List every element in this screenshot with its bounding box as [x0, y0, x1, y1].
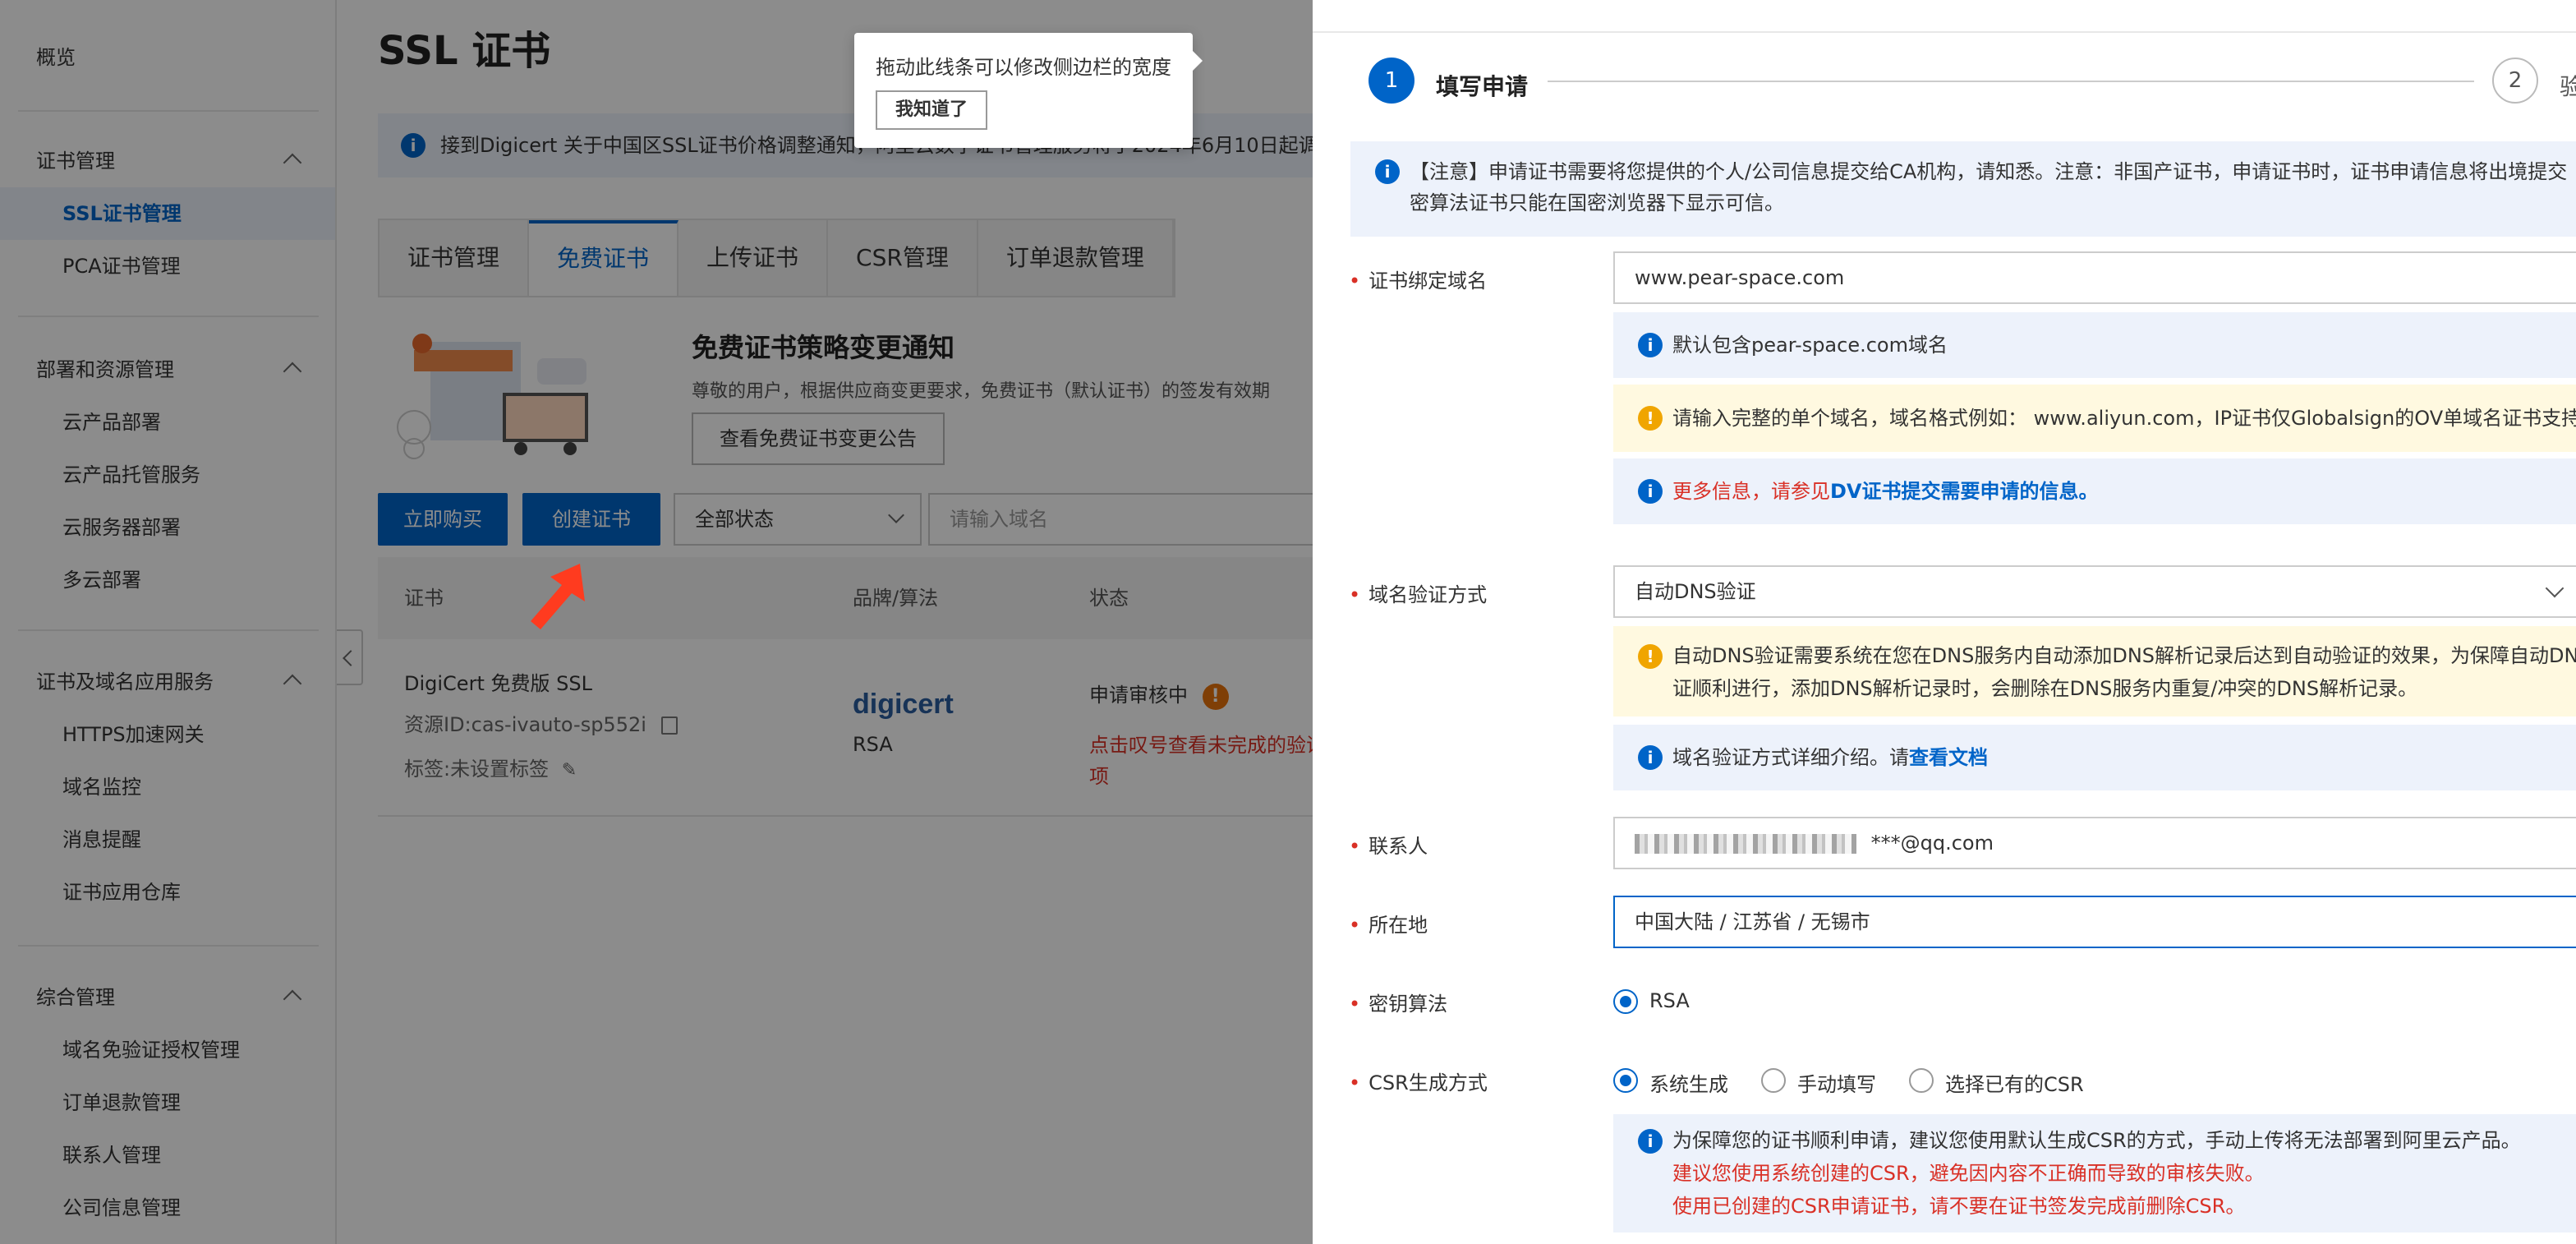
info-icon: i: [1638, 745, 1663, 770]
radio-rsa-label: RSA: [1649, 989, 1690, 1012]
verify-note-auto-dns: ! 自动DNS验证需要系统在您在DNS服务内自动添加DNS解析记录后达到自动验证…: [1613, 626, 2576, 716]
warning-icon: !: [1638, 644, 1663, 669]
verify-note-doc: i 域名验证方式详细介绍。请查看文档: [1613, 725, 2576, 790]
info-icon: i: [1638, 1129, 1663, 1154]
info-icon: i: [1638, 479, 1663, 504]
info-icon: i: [1375, 159, 1400, 184]
dv-info-link[interactable]: DV证书提交需要申请的信息。: [1830, 480, 2099, 503]
domain-input[interactable]: www.pear-space.com: [1613, 251, 2576, 304]
radio-csr-manual[interactable]: [1761, 1068, 1786, 1093]
radio-csr-manual-label: 手动填写: [1797, 1073, 1876, 1096]
csr-method-label: • CSR生成方式: [1349, 1071, 1488, 1094]
key-algorithm-label: • 密钥算法: [1349, 993, 1448, 1016]
blurred-contact-name: [1635, 834, 1856, 854]
verify-method-label: • 域名验证方式: [1349, 583, 1488, 606]
info-icon: i: [1638, 333, 1663, 357]
tooltip-dismiss-button[interactable]: 我知道了: [876, 90, 988, 130]
tooltip-text: 拖动此线条可以修改侧边栏的宽度: [876, 56, 1171, 79]
step-2-indicator: 2: [2492, 58, 2538, 104]
radio-rsa[interactable]: [1613, 989, 1638, 1014]
sidebar-width-tooltip: 拖动此线条可以修改侧边栏的宽度 我知道了: [854, 33, 1203, 148]
arrow-annotation: [526, 559, 591, 633]
domain-note-format: ! 请输入完整的单个域名，域名格式例如： www.aliyun.com，IP证书…: [1613, 385, 2576, 452]
location-label: • 所在地: [1349, 914, 1428, 937]
domain-note-more: i 更多信息，请参见DV证书提交需要申请的信息。: [1613, 458, 2576, 524]
contact-label: • 联系人: [1349, 835, 1428, 858]
csr-note: i 为保障您的证书顺利申请，建议您使用默认生成CSR的方式，手动上传将无法部署到…: [1613, 1114, 2576, 1232]
domain-label: • 证书绑定域名: [1349, 270, 1488, 293]
tooltip-pointer: [1193, 51, 1203, 71]
step-connector: [1548, 81, 2474, 82]
view-doc-link[interactable]: 查看文档: [1909, 746, 1988, 769]
verify-method-select[interactable]: 自动DNS验证: [1613, 565, 2576, 618]
drawer-top-border: [1313, 31, 2576, 33]
warning-icon: !: [1638, 406, 1663, 431]
step-2-label: 验: [2560, 73, 2576, 100]
domain-note-default: i 默认包含pear-space.com域名: [1613, 312, 2576, 378]
location-select[interactable]: 中国大陆 / 江苏省 / 无锡市: [1613, 896, 2576, 948]
radio-csr-system-label: 系统生成: [1649, 1073, 1728, 1096]
radio-csr-existing[interactable]: [1909, 1068, 1934, 1093]
step-1-label: 填写申请: [1436, 73, 1529, 100]
modal-overlay[interactable]: [0, 0, 1314, 1244]
radio-csr-existing-label: 选择已有的CSR: [1945, 1073, 2084, 1096]
contact-select[interactable]: ***@qq.com: [1613, 817, 2576, 869]
step-1-indicator: 1: [1368, 58, 1414, 104]
radio-csr-system[interactable]: [1613, 1068, 1638, 1093]
apply-cert-drawer: 1 填写申请 2 验 i 【注意】申请证书需要将您提供的个人/公司信息提交给CA…: [1313, 0, 2576, 1244]
top-notice: i 【注意】申请证书需要将您提供的个人/公司信息提交给CA机构，请知悉。注意：非…: [1350, 141, 2576, 237]
chevron-down-icon: [2545, 578, 2564, 598]
